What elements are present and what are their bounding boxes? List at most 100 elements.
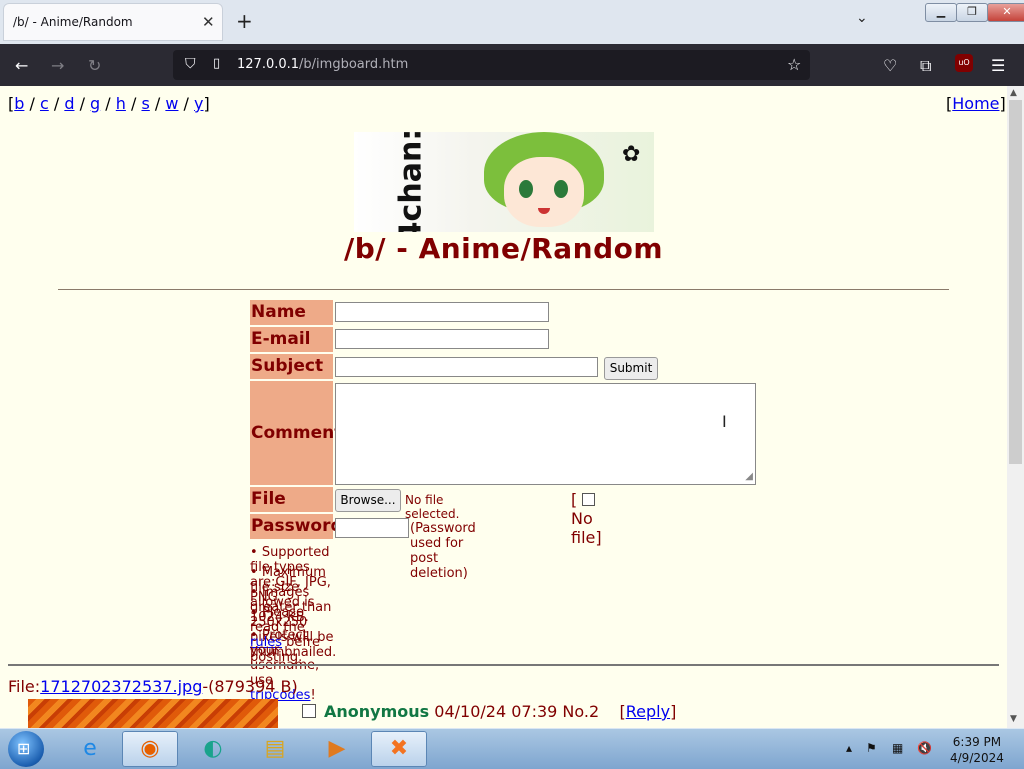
home-link[interactable]: Home	[952, 94, 999, 113]
tab-list-chevron-icon[interactable]: ⌄	[856, 10, 868, 26]
email-label: E-mail	[250, 327, 333, 352]
text-cursor-icon: I	[722, 412, 727, 431]
window-close-button[interactable]: ✕	[987, 3, 1024, 22]
file-status: No file selected.	[405, 493, 460, 521]
volume-muted-icon[interactable]: 🔇	[917, 741, 932, 755]
board-title: /b/ - Anime/Random	[343, 232, 664, 265]
scroll-up-icon[interactable]: ▲	[1010, 88, 1017, 98]
board-link-d[interactable]: d	[64, 94, 74, 113]
page-scrollbar[interactable]: ▲ ▼	[1007, 86, 1024, 728]
browse-button[interactable]: Browse...	[335, 489, 401, 512]
action-center-flag-icon[interactable]: ⚑	[866, 741, 877, 755]
board-sep: /	[178, 94, 195, 113]
url-text[interactable]: 127.0.0.1/b/imgboard.htm	[237, 57, 408, 72]
network-icon[interactable]: ▦	[892, 741, 903, 755]
url-host: 127.0.0.1	[237, 57, 300, 72]
comment-textarea[interactable]: ◢	[335, 383, 756, 485]
home-nav: [Home]	[946, 94, 1006, 113]
clock-date: 4/9/2024	[950, 751, 1004, 765]
app-icon[interactable]: ◐	[185, 731, 241, 767]
password-note: (Password used for post deletion)	[410, 521, 476, 581]
divider	[58, 289, 949, 290]
file-explorer-icon[interactable]: ▤	[247, 731, 303, 767]
back-arrow-icon[interactable]: ←	[15, 56, 28, 75]
comment-label: Comment	[250, 381, 342, 485]
board-link-b[interactable]: b	[14, 94, 24, 113]
home-bracket-close: ]	[999, 94, 1006, 113]
board-sep: /	[125, 94, 142, 113]
board-link-h[interactable]: h	[116, 94, 126, 113]
url-path: /b/imgboard.htm	[299, 57, 409, 72]
page-viewport: [b / c / d / g / h / s / w / y] [Home] 4…	[0, 86, 1007, 728]
board-sep: /	[74, 94, 91, 113]
no-file-bracket-open: [	[571, 490, 578, 509]
windows-taskbar: ⊞ e ◉ ◐ ▤ ▶ ✖ ▴ ⚑ ▦ 🔇 6:39 PM 4/9/2024	[0, 728, 1024, 769]
banner-eye-left	[519, 180, 533, 198]
start-button[interactable]: ⊞	[8, 731, 44, 767]
post-thumbnail[interactable]	[28, 699, 278, 728]
banner-bow-icon: ✿	[622, 142, 641, 167]
bookmark-star-icon[interactable]: ☆	[787, 55, 801, 74]
reply-bracket-close: ]	[670, 702, 677, 721]
shield-icon[interactable]: ⛉	[185, 56, 196, 72]
post-date: 04/10/24 07:39	[434, 702, 558, 721]
subject-input[interactable]	[335, 357, 598, 377]
board-banner-image: 4chan:: ✿	[354, 132, 654, 232]
post-header: Anonymous 04/10/24 07:39 No.2 [Reply]	[302, 702, 676, 721]
resize-grip-icon[interactable]: ◢	[745, 471, 753, 482]
rule-text: !	[310, 688, 316, 703]
pocket-icon[interactable]: ♡	[883, 56, 897, 75]
taskbar-clock[interactable]: 6:39 PM 4/9/2024	[950, 734, 1004, 766]
scroll-down-icon[interactable]: ▼	[1010, 714, 1017, 724]
name-label: Name	[250, 300, 333, 325]
post-select-checkbox[interactable]	[302, 704, 316, 718]
post-file-info: File:1712702372537.jpg-(879394 B)	[8, 677, 298, 696]
rule-item: Supported file types are:GIF, JPG, PNG	[250, 545, 336, 605]
restore-button[interactable]: ❐	[956, 3, 988, 22]
minimize-button[interactable]: ▁	[925, 3, 957, 22]
windows-logo-icon: ⊞	[17, 739, 31, 758]
scroll-thumb[interactable]	[1009, 100, 1022, 464]
forward-arrow-icon[interactable]: →	[51, 56, 64, 75]
post-author: Anonymous	[324, 702, 430, 721]
name-input[interactable]	[335, 302, 549, 322]
reply-link[interactable]: Reply	[626, 702, 670, 721]
board-link-g[interactable]: g	[90, 94, 100, 113]
banner-face	[504, 157, 584, 227]
page-icon[interactable]: ▯	[213, 56, 220, 71]
board-link-s[interactable]: s	[141, 94, 149, 113]
menu-hamburger-icon[interactable]: ☰	[991, 56, 1005, 75]
browser-tab-strip: /b/ - Anime/Random ✕ + ⌄ ▁ ❐ ✕	[0, 0, 1024, 44]
file-label: File	[250, 487, 333, 512]
extensions-icon[interactable]: ⧉	[920, 56, 931, 76]
board-nav-bracket-close: ]	[203, 94, 210, 113]
board-link-y[interactable]: y	[194, 94, 203, 113]
internet-explorer-icon[interactable]: e	[62, 731, 118, 767]
file-link[interactable]: 1712702372537.jpg	[40, 677, 202, 696]
tray-expand-icon[interactable]: ▴	[846, 741, 852, 755]
reload-icon[interactable]: ↻	[88, 56, 101, 75]
board-link-c[interactable]: c	[40, 94, 49, 113]
password-input[interactable]	[335, 518, 409, 538]
new-tab-icon[interactable]: +	[236, 9, 253, 33]
no-file-bracket-close: ]	[595, 528, 602, 547]
tab-close-icon[interactable]: ✕	[202, 13, 215, 31]
firefox-icon[interactable]: ◉	[122, 731, 178, 767]
posting-rules-list: Supported file types are:GIF, JPG, PNG M…	[250, 545, 336, 703]
banner-eye-right	[554, 180, 568, 198]
submit-button[interactable]: Submit	[604, 357, 658, 380]
ublock-origin-icon[interactable]: uO	[955, 54, 973, 72]
browser-nav-bar: ← → ↻ ⛉ ▯ 127.0.0.1/b/imgboard.htm ☆ ♡ ⧉…	[0, 44, 1024, 86]
xampp-icon[interactable]: ✖	[371, 731, 427, 767]
browser-tab-active[interactable]: /b/ - Anime/Random ✕	[3, 3, 223, 41]
media-player-icon[interactable]: ▶	[309, 731, 365, 767]
banner-logo: 4chan::	[393, 132, 429, 232]
board-nav: [b / c / d / g / h / s / w / y]	[8, 94, 210, 113]
clock-time: 6:39 PM	[952, 735, 1002, 749]
email-input[interactable]	[335, 329, 549, 349]
no-file-checkbox[interactable]	[582, 493, 596, 506]
board-link-w[interactable]: w	[165, 94, 178, 113]
no-file-label: No file	[571, 509, 596, 547]
address-bar[interactable]: ⛉ ▯ 127.0.0.1/b/imgboard.htm ☆	[173, 50, 810, 80]
divider	[8, 664, 999, 666]
